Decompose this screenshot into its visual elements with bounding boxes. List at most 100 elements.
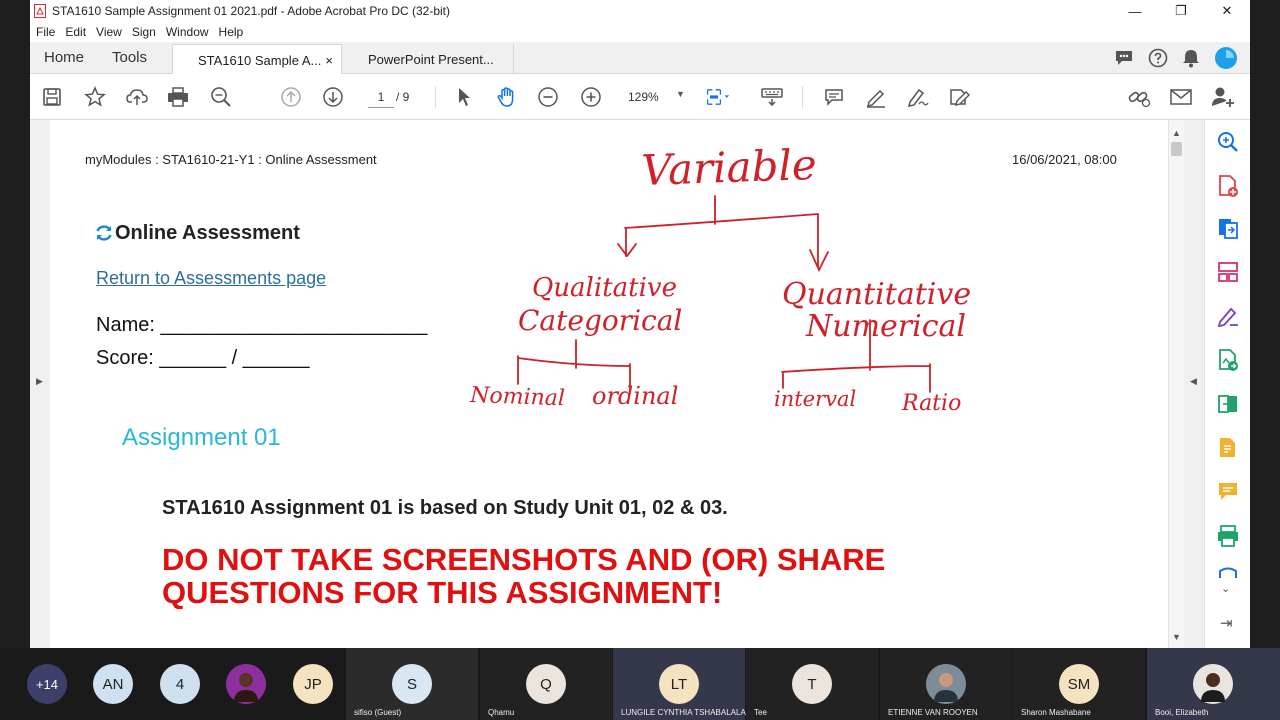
menu-edit[interactable]: Edit <box>65 25 86 39</box>
tab-document-2-label: PowerPoint Present... <box>368 52 494 67</box>
participant-avatar: SM <box>1059 664 1099 704</box>
bell-icon[interactable] <box>1182 48 1200 68</box>
prev-page-icon[interactable] <box>279 85 303 109</box>
participant-avatar[interactable]: 4 <box>160 664 200 704</box>
tab-document-2[interactable]: PowerPoint Present... <box>344 44 514 74</box>
maximize-button[interactable]: ❐ <box>1158 0 1204 22</box>
menu-view[interactable]: View <box>96 25 122 39</box>
send-for-signature-icon[interactable] <box>1216 348 1240 372</box>
menu-help[interactable]: Help <box>219 25 244 39</box>
zoom-in-icon[interactable] <box>579 85 603 109</box>
keyboard-scroll-icon[interactable] <box>760 85 784 109</box>
participant-avatar[interactable]: JP <box>293 664 333 704</box>
fill-sign-pen-icon[interactable] <box>1216 304 1240 328</box>
participant-tile[interactable]: ETIENNE VAN ROOYEN <box>880 648 1012 720</box>
right-panel-toggle[interactable]: ◀ <box>1184 120 1204 648</box>
page-fit-icon[interactable] <box>706 85 730 109</box>
participant-photo-avatar[interactable] <box>226 664 266 704</box>
create-pdf-icon[interactable] <box>1216 174 1240 198</box>
bookmark-star-icon[interactable] <box>83 85 107 109</box>
organize-pages-icon[interactable] <box>1216 260 1240 284</box>
vertical-scrollbar[interactable]: ▲ ▼ <box>1168 120 1184 648</box>
menu-bar: File Edit View Sign Window Help <box>30 22 1250 42</box>
search-zoom-icon[interactable] <box>1216 130 1240 154</box>
return-to-assessments-link[interactable]: Return to Assessments page <box>96 268 326 289</box>
chat-icon[interactable] <box>1114 49 1134 67</box>
pdf-icon <box>34 4 46 18</box>
chevron-left-icon: ◀ <box>1190 376 1197 386</box>
scroll-up-icon: ▲ <box>1172 128 1181 138</box>
participant-name: ETIENNE VAN ROOYEN <box>888 708 978 717</box>
zoom-out-icon[interactable] <box>536 85 560 109</box>
zoom-level-value: 129% <box>628 90 659 104</box>
sign-pen-icon[interactable] <box>905 85 929 109</box>
page-number-input[interactable]: 1 <box>368 86 394 108</box>
refresh-icon <box>96 225 112 241</box>
highlight-pen-icon[interactable] <box>864 85 888 109</box>
participant-name: sifiso (Guest) <box>354 708 402 717</box>
participant-tile[interactable]: Booi, Elizabeth <box>1147 648 1280 720</box>
zoom-search-icon[interactable] <box>209 85 233 109</box>
select-cursor-icon[interactable] <box>452 85 476 109</box>
page-header-left: myModules : STA1610-21-Y1 : Online Asses… <box>85 152 377 167</box>
acrobat-window: STA1610 Sample Assignment 01 2021.pdf - … <box>30 0 1250 648</box>
participant-name: Booi, Elizabeth <box>1155 708 1209 717</box>
tab-document-active[interactable]: STA1610 Sample A... × <box>172 44 342 75</box>
more-tools-icon[interactable] <box>1216 566 1240 578</box>
right-border <box>1250 0 1280 648</box>
tab-close-icon[interactable]: × <box>325 53 333 68</box>
participant-tile[interactable]: Q Qhamu <box>480 648 612 720</box>
stamp-icon[interactable] <box>1216 436 1240 460</box>
more-participants-button[interactable]: +14 <box>27 664 67 704</box>
close-button[interactable]: ✕ <box>1204 0 1250 22</box>
collapse-pane-icon[interactable]: ⇥ <box>1220 614 1233 632</box>
add-user-icon[interactable] <box>1211 85 1235 109</box>
print-production-icon[interactable] <box>1216 524 1240 548</box>
study-units-note: STA1610 Assignment 01 is based on Study … <box>162 497 728 519</box>
left-border <box>0 0 30 648</box>
participant-tile[interactable]: LT LUNGILE CYNTHIA TSHABALALA <box>613 648 746 720</box>
hand-tool-icon[interactable] <box>495 85 519 109</box>
tab-tools[interactable]: Tools <box>112 49 147 66</box>
page-header-right: 16/06/2021, 08:00 <box>1012 152 1117 167</box>
tab-document-label: STA1610 Sample A... <box>198 53 322 68</box>
participant-tile[interactable]: S sifiso (Guest) <box>346 648 478 720</box>
left-panel-toggle[interactable]: ▶ <box>30 120 50 648</box>
next-page-icon[interactable] <box>321 85 345 109</box>
fill-sign-icon[interactable] <box>947 85 971 109</box>
tab-home[interactable]: Home <box>44 49 84 66</box>
compare-files-icon[interactable] <box>1216 392 1240 416</box>
save-icon[interactable] <box>40 85 64 109</box>
participant-avatar[interactable]: AN <box>93 664 133 704</box>
zoom-level-select[interactable]: 129% ▼ <box>618 86 686 108</box>
email-icon[interactable] <box>1169 85 1193 109</box>
participant-name: Sharon Mashabane <box>1021 708 1091 717</box>
participant-name: Tee <box>754 708 767 717</box>
menu-file[interactable]: File <box>36 25 55 39</box>
comment-icon[interactable] <box>822 85 846 109</box>
upload-cloud-icon[interactable] <box>125 85 149 109</box>
export-pdf-icon[interactable] <box>1216 216 1240 240</box>
scroll-down-icon: ▼ <box>1172 632 1181 642</box>
menu-sign[interactable]: Sign <box>132 25 156 39</box>
menu-window[interactable]: Window <box>166 25 209 39</box>
participant-tile[interactable]: SM Sharon Mashabane <box>1013 648 1145 720</box>
tab-bar: Home Tools STA1610 Sample A... × PowerPo… <box>30 42 1250 75</box>
expand-tools-chevron-icon[interactable]: ⌄ <box>1221 582 1230 595</box>
main-toolbar: 1 / 9 129% ▼ <box>30 74 1250 120</box>
minimize-button[interactable]: — <box>1112 0 1158 22</box>
page-title: Online Assessment <box>115 222 300 244</box>
participant-avatar: T <box>792 664 832 704</box>
account-avatar-icon[interactable] <box>1214 46 1238 70</box>
help-icon[interactable] <box>1148 48 1168 68</box>
name-field-label: Name: ________________________ <box>96 314 428 336</box>
assignment-heading: Assignment 01 <box>122 424 281 451</box>
print-icon[interactable] <box>166 85 190 109</box>
window-title: STA1610 Sample Assignment 01 2021.pdf - … <box>52 4 451 18</box>
participant-tile[interactable]: T Tee <box>746 648 878 720</box>
comment-tool-icon[interactable] <box>1216 480 1240 504</box>
page-total: / 9 <box>396 90 410 104</box>
warning-line-2: QUESTIONS FOR THIS ASSIGNMENT! <box>162 575 723 610</box>
link-share-icon[interactable] <box>1127 85 1151 109</box>
scroll-thumb[interactable] <box>1171 142 1182 156</box>
